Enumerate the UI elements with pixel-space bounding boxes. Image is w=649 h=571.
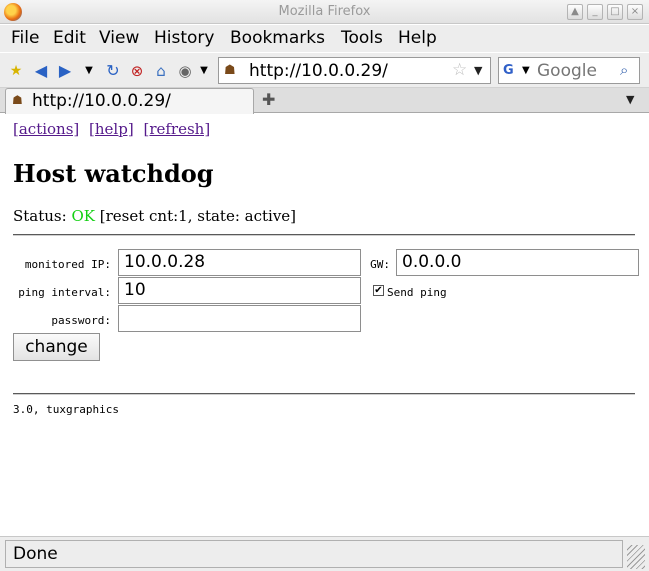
menu-history[interactable]: History: [154, 28, 214, 48]
monitored-ip-label: monitored IP:: [24, 258, 111, 271]
status-badge: OK: [71, 207, 95, 225]
password-field[interactable]: [118, 305, 361, 332]
tab-list-dropdown-icon[interactable]: ▼: [626, 93, 634, 106]
resize-grip-icon[interactable]: [627, 545, 645, 569]
back-icon[interactable]: ◀: [32, 62, 50, 80]
stop-icon[interactable]: ⊗: [128, 62, 146, 80]
search-box[interactable]: G ▼ ⌕: [498, 57, 640, 84]
maximize-icon[interactable]: □: [607, 4, 623, 20]
search-input[interactable]: [537, 60, 617, 81]
status-bar: Done: [0, 536, 649, 571]
status-detail: [reset cnt:1, state: active]: [99, 207, 297, 225]
window-title: Mozilla Firefox: [278, 4, 371, 19]
search-icon[interactable]: ⌕: [620, 61, 628, 79]
window-menu-icon[interactable]: ▲: [567, 4, 583, 20]
url-text[interactable]: http://10.0.0.29/: [249, 61, 388, 81]
status-prefix: Status:: [13, 207, 67, 225]
forward-icon[interactable]: ▶: [56, 62, 74, 80]
page-title: Host watchdog: [13, 159, 214, 188]
url-dropdown-icon[interactable]: ▼: [474, 64, 482, 77]
ping-interval-field[interactable]: 10: [118, 277, 361, 304]
navigation-toolbar: ★ ◀ ▶ ▼ ↻ ⊗ ⌂ ◉ ▼ ☗ http://10.0.0.29/ ☆ …: [0, 53, 649, 88]
page-links: [actions] [help] [refresh]: [13, 120, 215, 138]
globe-dropdown-icon[interactable]: ▼: [195, 62, 213, 80]
minimize-icon[interactable]: _: [587, 4, 603, 20]
refresh-link[interactable]: [refresh]: [143, 120, 210, 138]
menu-view[interactable]: View: [99, 28, 139, 48]
status-line: Status: OK [reset cnt:1, state: active]: [13, 207, 296, 225]
tab-favicon-icon: ☗: [12, 93, 23, 107]
divider-bottom: [13, 393, 635, 395]
ping-interval-label: ping interval:: [18, 286, 111, 299]
home-icon[interactable]: ⌂: [152, 62, 170, 80]
send-ping-label: Send ping: [387, 286, 447, 299]
gw-field[interactable]: 0.0.0.0: [396, 249, 639, 276]
menu-bookmarks[interactable]: Bookmarks: [230, 28, 325, 48]
new-icon[interactable]: ★: [7, 62, 25, 80]
menu-tools[interactable]: Tools: [341, 28, 383, 48]
menu-bar: File Edit View History Bookmarks Tools H…: [0, 25, 649, 52]
new-tab-icon[interactable]: ✚: [262, 90, 275, 109]
globe-icon[interactable]: ◉: [176, 62, 194, 80]
menu-edit[interactable]: Edit: [53, 28, 86, 48]
actions-link[interactable]: [actions]: [13, 120, 79, 138]
divider-top: [13, 234, 635, 236]
password-label: password:: [51, 314, 111, 327]
status-well: Done: [5, 540, 623, 568]
url-bar[interactable]: ☗ http://10.0.0.29/ ☆ ▼: [218, 57, 491, 84]
google-icon[interactable]: G: [503, 63, 519, 79]
tab-label: http://10.0.0.29/: [32, 91, 171, 111]
tab-current[interactable]: ☗ http://10.0.0.29/: [5, 88, 254, 114]
search-engine-dropdown-icon[interactable]: ▼: [522, 65, 530, 76]
close-icon[interactable]: ×: [627, 4, 643, 20]
page-content: [actions] [help] [refresh] Host watchdog…: [0, 114, 649, 536]
change-button[interactable]: change: [13, 333, 100, 361]
footer-text: 3.0, tuxgraphics: [13, 403, 119, 416]
history-dropdown-icon[interactable]: ▼: [80, 62, 98, 80]
tab-bar: ☗ http://10.0.0.29/ ✚ ▼: [0, 88, 649, 114]
bookmark-star-icon[interactable]: ☆: [452, 60, 467, 80]
menu-help[interactable]: Help: [398, 28, 437, 48]
menu-file[interactable]: File: [11, 28, 39, 48]
status-bar-text: Done: [13, 544, 58, 564]
help-link[interactable]: [help]: [89, 120, 134, 138]
gw-label: GW:: [370, 258, 390, 271]
window-titlebar: Mozilla Firefox ▲ _ □ ×: [0, 0, 649, 24]
site-favicon-icon: ☗: [224, 63, 236, 78]
reload-icon[interactable]: ↻: [104, 62, 122, 80]
send-ping-checkbox[interactable]: ✔: [373, 285, 384, 296]
monitored-ip-field[interactable]: 10.0.0.28: [118, 249, 361, 276]
